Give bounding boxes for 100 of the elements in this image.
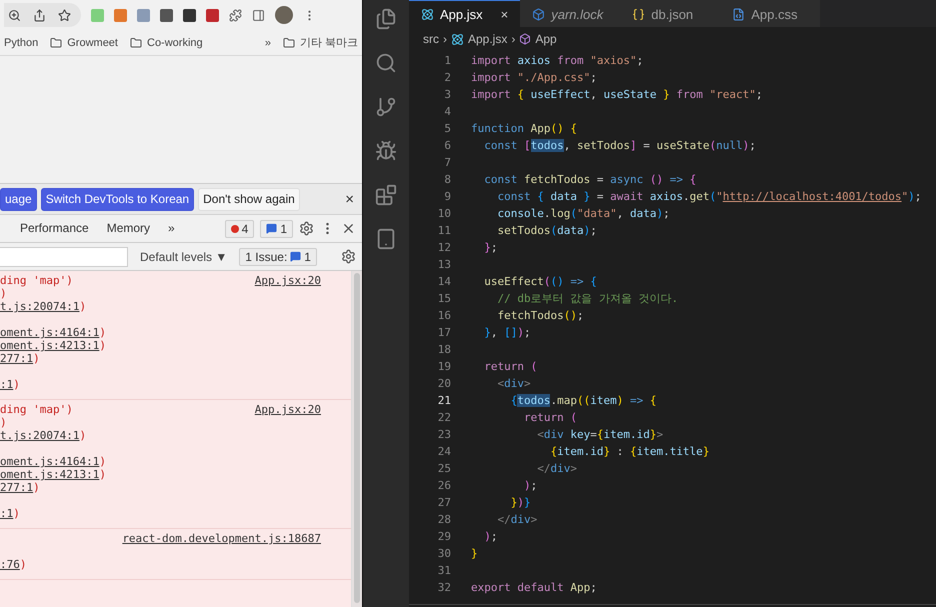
error-text: ) (99, 326, 106, 339)
bookmark[interactable]: Python (4, 36, 38, 48)
tablet-icon[interactable] (375, 228, 397, 250)
line-number: 26 (436, 479, 452, 492)
braces-icon (632, 8, 646, 20)
breadcrumb-item[interactable]: App (535, 32, 557, 46)
error-icon (230, 224, 239, 232)
stack-link[interactable]: :76 (0, 558, 20, 571)
share-icon[interactable] (33, 8, 46, 22)
code-line: return ( (522, 411, 577, 424)
bug-icon[interactable] (375, 140, 397, 162)
stack-link[interactable]: oment.js:4213:1 (0, 468, 100, 481)
code-line: })} (510, 496, 531, 509)
error-text: ) (20, 558, 26, 571)
line-number: 7 (443, 156, 452, 169)
bookmarks-overflow[interactable]: » (264, 36, 271, 48)
source-link[interactable]: App.jsx:20 (254, 403, 321, 416)
infobar-button[interactable]: Switch DevTools to Korean (40, 188, 194, 210)
line-number: 31 (436, 564, 452, 577)
extensions-icon[interactable] (375, 184, 397, 206)
avatar[interactable] (275, 6, 293, 24)
line-number: 11 (436, 224, 452, 237)
line-number: 21 (436, 394, 452, 407)
infobar-button[interactable]: Don't show again (198, 188, 300, 210)
line-number: 28 (436, 513, 452, 526)
code-line: import { useEffect, useState } from "react"; (471, 88, 762, 101)
search-icon[interactable] (375, 52, 397, 74)
issues-button[interactable]: 1 Issue: 1 (239, 248, 317, 266)
stack-link[interactable]: 277:1 (0, 352, 34, 365)
stack-link[interactable]: oment.js:4213:1 (0, 339, 100, 352)
line-number: 29 (436, 530, 452, 543)
side-panel-icon[interactable] (252, 8, 265, 22)
bookmark[interactable]: Growmeet (50, 36, 118, 48)
line-number: 1 (443, 54, 452, 67)
editor-tab[interactable]: App.css (720, 0, 820, 27)
breadcrumb-separator: › (511, 32, 516, 46)
error-count[interactable]: 4 (224, 220, 254, 238)
scrollbar-thumb[interactable] (354, 273, 360, 603)
extension-icon[interactable] (160, 8, 173, 22)
error-text: ) (99, 339, 106, 352)
error-message: ding 'map') (0, 403, 73, 416)
react-icon (451, 32, 464, 46)
error-text: ) (33, 352, 40, 365)
source-link[interactable]: react-dom.development.js:18687 (122, 532, 321, 545)
code-line: } (471, 547, 478, 560)
settings-icon[interactable] (341, 249, 356, 264)
code-line: const fetchTodos = async () => { (483, 173, 696, 186)
infobar-button[interactable]: uage (0, 188, 37, 210)
close-icon[interactable] (341, 221, 356, 236)
line-number: 20 (436, 377, 452, 390)
yarn-icon (532, 8, 546, 20)
puzzle-icon[interactable] (229, 8, 242, 22)
branch-icon[interactable] (375, 96, 397, 118)
star-icon[interactable] (58, 8, 71, 22)
filter-field[interactable] (0, 246, 128, 266)
stack-link[interactable]: t.js:20074:1 (0, 300, 80, 313)
code-line: }, []); (483, 326, 531, 339)
editor-tab[interactable]: db.json (620, 0, 720, 27)
code-line: console.log("data", data); (496, 207, 670, 220)
line-number: 14 (436, 275, 452, 288)
extension-icon[interactable] (206, 8, 219, 22)
other-bookmarks[interactable]: 기타 북마크 (282, 35, 358, 50)
address-bar[interactable] (4, 3, 81, 27)
line-number: 23 (436, 428, 452, 441)
log-levels-dropdown[interactable]: Default levels ▼ (136, 250, 232, 264)
code-line: // db로부터 값을 가져올 것이다. (496, 291, 678, 306)
source-link[interactable]: App.jsx:20 (254, 274, 321, 287)
stack-link[interactable]: :1 (0, 378, 14, 391)
more-tabs[interactable]: » (162, 216, 181, 240)
breadcrumb-item[interactable]: src (423, 32, 439, 46)
line-number: 5 (443, 122, 452, 135)
stack-link[interactable]: 277:1 (0, 481, 34, 494)
code-line: fetchTodos(); (496, 309, 584, 322)
devtools-tab[interactable]: Memory (100, 216, 156, 240)
line-number: 10 (436, 207, 452, 220)
error-text: ) (13, 378, 20, 391)
code-line: ); (483, 530, 498, 543)
breadcrumb-item[interactable]: App.jsx (468, 32, 508, 46)
line-number: 4 (443, 105, 452, 118)
zoom-icon[interactable] (8, 8, 21, 22)
message-count[interactable]: 1 (260, 220, 293, 238)
editor-tab[interactable]: App.jsx × (409, 0, 520, 27)
extension-icon[interactable] (183, 8, 196, 22)
bookmark[interactable]: Co-working (130, 36, 203, 48)
devtools-tab[interactable]: Performance (14, 216, 95, 240)
code-line: {todos.map((item) => { (510, 394, 656, 407)
files-icon[interactable] (375, 8, 397, 30)
line-number: 32 (436, 581, 452, 594)
react-icon (421, 8, 434, 20)
close-button[interactable]: × (345, 190, 354, 208)
line-number: 19 (436, 360, 452, 373)
stack-link[interactable]: oment.js:4164:1 (0, 326, 100, 339)
stack-link[interactable]: t.js:20074:1 (0, 429, 80, 442)
editor-tab[interactable]: yarn.lock (520, 0, 620, 27)
settings-icon[interactable] (299, 221, 314, 236)
code-line: import axios from "axios"; (471, 54, 644, 67)
stack-link[interactable]: :1 (0, 507, 14, 520)
folder-icon (282, 36, 295, 48)
stack-link[interactable]: oment.js:4164:1 (0, 455, 100, 468)
error-text: ) (13, 507, 20, 520)
